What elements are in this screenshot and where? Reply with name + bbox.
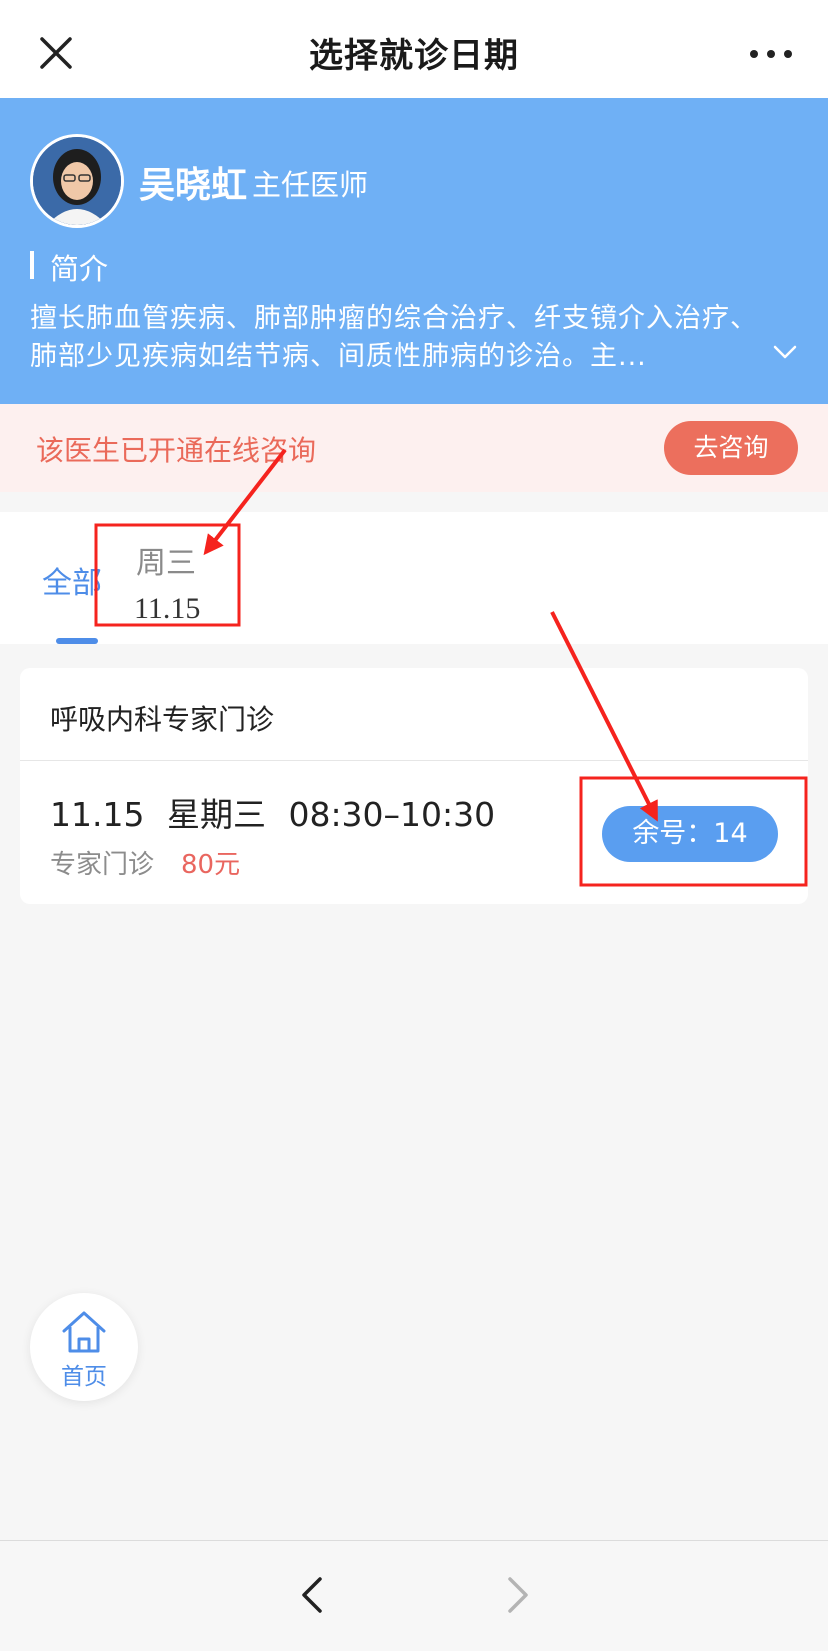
home-button[interactable]: 首页 — [30, 1293, 138, 1401]
doctor-name: 吴晓虹 — [139, 165, 248, 206]
slot-type: 专家门诊 — [50, 850, 155, 880]
more-icon[interactable] — [748, 40, 794, 68]
department-name: 呼吸内科专家门诊 — [50, 703, 275, 736]
home-label: 首页 — [61, 1364, 107, 1390]
tab-weekday: 周三 — [136, 546, 196, 581]
top-nav-bar: 选择就诊日期 — [0, 0, 828, 98]
doctor-title: 主任医师 — [252, 168, 369, 202]
tab-day-wednesday[interactable]: 周三 11.15 — [134, 538, 234, 626]
schedule-card: 呼吸内科专家门诊 11.15 星期三 08:30–10:30 专家门诊 80元 … — [20, 668, 808, 904]
tab-all[interactable]: 全部 — [42, 558, 102, 602]
page-title: 选择就诊日期 — [309, 36, 519, 76]
consult-button[interactable]: 去咨询 — [664, 421, 798, 475]
intro-text: 擅长肺血管疾病、肺部肿瘤的综合治疗、纤支镜介入治疗、肺部少见疾病如结节病、间质性… — [30, 303, 758, 372]
consult-banner: 该医生已开通在线咨询 去咨询 — [0, 404, 828, 492]
chevron-left-icon[interactable] — [298, 1575, 328, 1615]
date-tabs: 全部 周三 11.15 — [0, 512, 828, 644]
active-tab-indicator — [56, 638, 98, 644]
tab-date: 11.15 — [134, 592, 201, 625]
intro-label: 简介 — [50, 252, 109, 286]
slot-time: 11.15 星期三 08:30–10:30 — [50, 795, 496, 834]
home-icon — [62, 1311, 106, 1353]
intro-marker — [30, 251, 34, 279]
chevron-down-icon[interactable] — [772, 343, 798, 361]
bottom-nav-bar — [0, 1540, 828, 1651]
doctor-header: 吴晓虹 主任医师 简介 擅长肺血管疾病、肺部肿瘤的综合治疗、纤支镜介入治疗、肺部… — [0, 98, 828, 404]
chevron-right-icon[interactable] — [502, 1575, 532, 1615]
doctor-avatar — [30, 134, 124, 228]
slot-price: 80元 — [181, 850, 241, 880]
remaining-slots-button[interactable]: 余号：14 — [602, 806, 778, 862]
card-divider — [20, 760, 808, 761]
consult-message: 该医生已开通在线咨询 — [36, 434, 317, 467]
